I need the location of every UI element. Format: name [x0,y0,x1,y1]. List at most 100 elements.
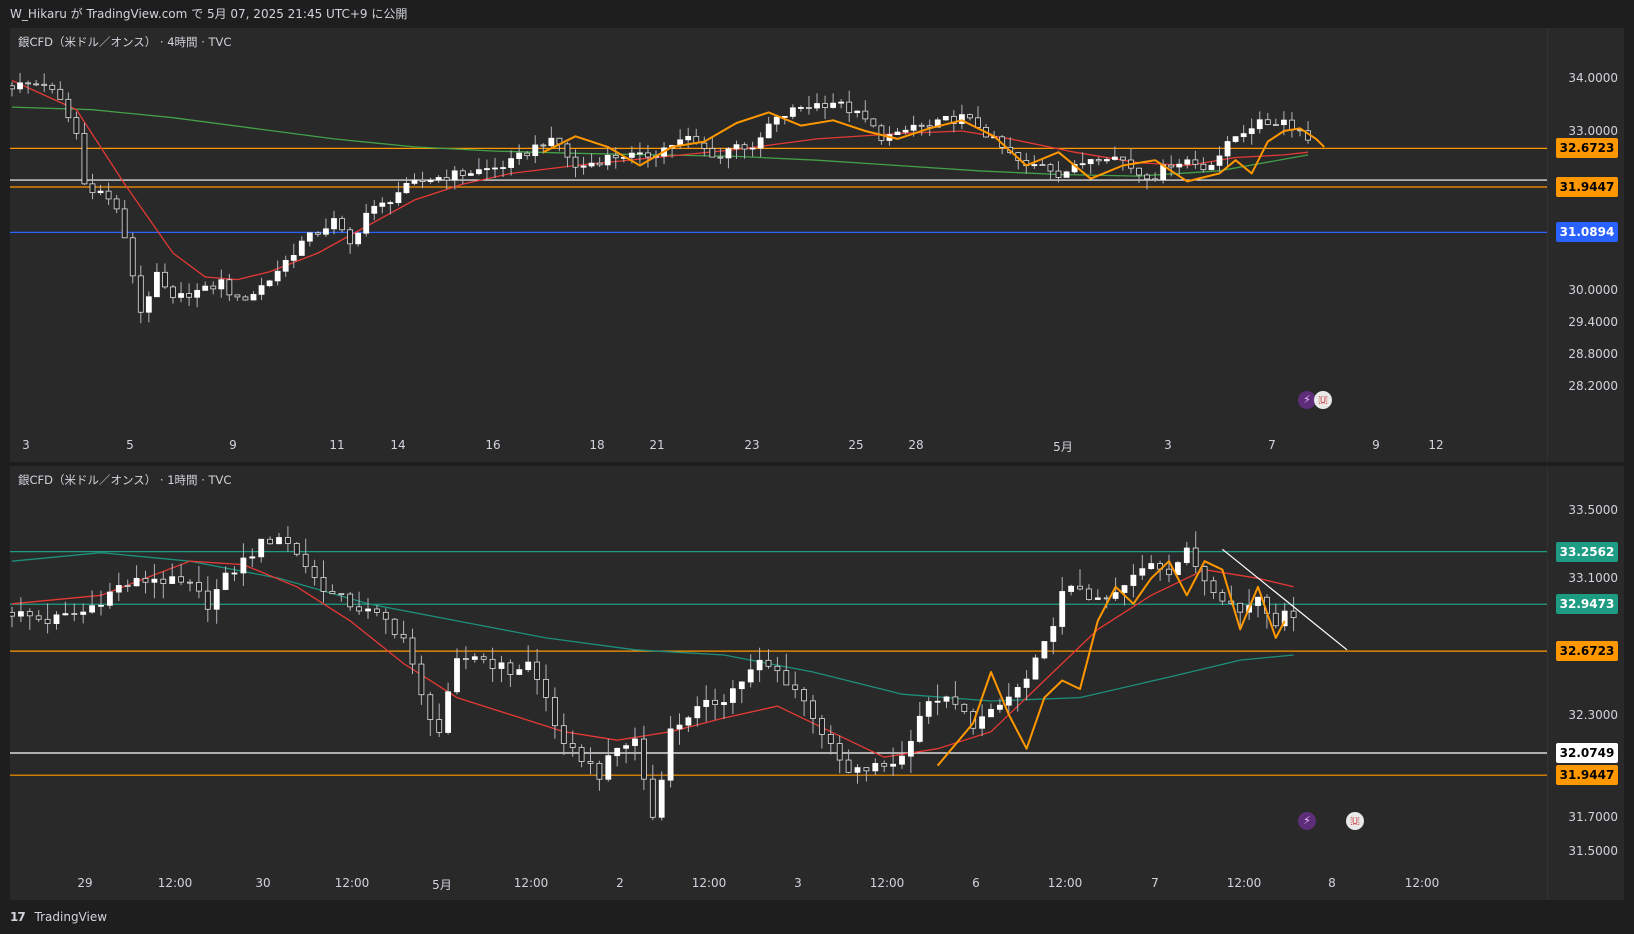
candle-body [365,608,371,612]
candle-body [145,296,152,313]
price-axis[interactable]: 34.0000 33.0000 30.0000 29.4000 28.8000 28.20… [1547,28,1624,462]
candle-body [961,703,968,712]
candle-body [391,618,398,635]
candle-body [298,240,305,256]
x-tick-label: 30 [255,876,271,890]
x-tick-label: 5月 [432,878,452,892]
candle-body [524,152,531,157]
candle-body [701,142,708,149]
candle-body [274,270,281,282]
x-tick-label: 12:00 [691,876,727,890]
candle-body [814,103,820,109]
candle-body [387,202,394,204]
candle-body [548,137,555,146]
candle-body [151,578,158,583]
chart-title: 銀CFD（米ドル／オンス） · 4時間 · TVC [18,35,232,49]
candle-body [339,218,345,231]
x-tick-label: 12:00 [157,876,193,890]
candle-body [356,606,363,612]
candle-body [258,538,265,558]
candle-body [1077,585,1083,590]
y-tick-label: 33.1000 [1568,571,1618,586]
candle-body [302,553,309,568]
price-tag[interactable]: 32.6723 [1556,641,1618,662]
candle-body [347,593,354,608]
candle-body [881,762,888,767]
candle-body [454,658,460,693]
candle-body [204,590,211,610]
candle-body [1086,588,1092,600]
candle-body [1148,563,1155,570]
candle-body [632,738,638,747]
x-tick-label: 12:00 [513,876,549,890]
candle-body [97,190,104,194]
candle-body [1087,159,1094,165]
price-tag[interactable]: 32.9473 [1556,594,1618,615]
price-tag[interactable]: 32.6723 [1556,138,1618,159]
chart-pane-4h[interactable]: 銀CFD（米ドル／オンス） · 4時間 · TVC 34.0000 33.0000… [10,28,1624,462]
tradingview-logo-icon[interactable]: 17 [10,910,26,924]
candle-body [451,170,458,181]
price-tag[interactable]: 31.9447 [1556,176,1618,197]
candle-body [178,293,184,298]
candle-body [124,585,131,587]
candle-body [572,156,579,168]
candle-body [395,192,402,203]
us-flag-icon[interactable]: 🇺 [1314,391,1332,409]
candle-body [532,144,539,157]
x-tick-label: 12:00 [869,876,905,890]
candle-body [1232,136,1239,142]
candle-body [1290,610,1297,618]
candle-body [902,129,909,133]
price-plot[interactable] [10,466,1548,900]
candle-body [1047,164,1054,172]
price-axis[interactable]: 33.5000 33.1000 32.3000 31.7000 31.5000 33.25… [1547,466,1624,900]
footer-brand[interactable]: TradingView [35,910,108,924]
x-tick-label: 12:00 [1404,876,1440,890]
candle-body [943,696,950,702]
candle-body [810,700,816,719]
candle-body [890,763,896,767]
x-tick-label: 16 [485,438,501,452]
candle-body [543,678,549,698]
chart-pane-1h[interactable]: 銀CFD（米ドル／オンス） · 1時間 · TVC 33.5000 33.1000… [10,466,1624,900]
price-tag[interactable]: 32.0749 [1556,742,1618,763]
candle-body [222,572,229,590]
candle-body [1041,641,1048,659]
candle-body [1184,159,1191,165]
candle-body [1112,592,1119,599]
candle-body [806,107,812,109]
candle-body [789,107,796,117]
x-tick-label: 5 [126,438,134,452]
candle-body [231,572,238,575]
candle-body [62,613,69,616]
candle-body [667,728,674,781]
candle-body [427,694,434,720]
candle-body [676,724,683,730]
candle-body [311,566,318,578]
price-tag[interactable]: 33.2562 [1556,541,1618,562]
candle-body [730,688,736,703]
candle-body [65,98,72,119]
lightning-icon[interactable]: ⚡ [1298,812,1316,830]
candle-body [741,144,748,150]
price-tag[interactable]: 31.9447 [1556,765,1618,786]
price-tag[interactable]: 31.0894 [1556,222,1618,243]
candle-body [89,605,95,613]
candle-body [614,747,621,757]
candle-body [71,613,78,615]
candle-body [605,755,612,780]
candle-body [1224,141,1231,157]
candle-body [1248,128,1255,134]
chart-title: 銀CFD（米ドル／オンス） · 1時間 · TVC [18,473,232,487]
candle-body [500,167,506,169]
candle-body [498,662,505,669]
candle-body [382,611,389,620]
publish-header: W_Hikaru が TradingView.com で 5月 07, 2025… [10,7,408,21]
candle-body [17,82,23,90]
candle-body [403,183,410,194]
candle-body [765,123,772,139]
us-flag-icon[interactable]: 🇺 [1346,812,1364,830]
candle-body [475,169,482,175]
candle-body [409,637,416,665]
